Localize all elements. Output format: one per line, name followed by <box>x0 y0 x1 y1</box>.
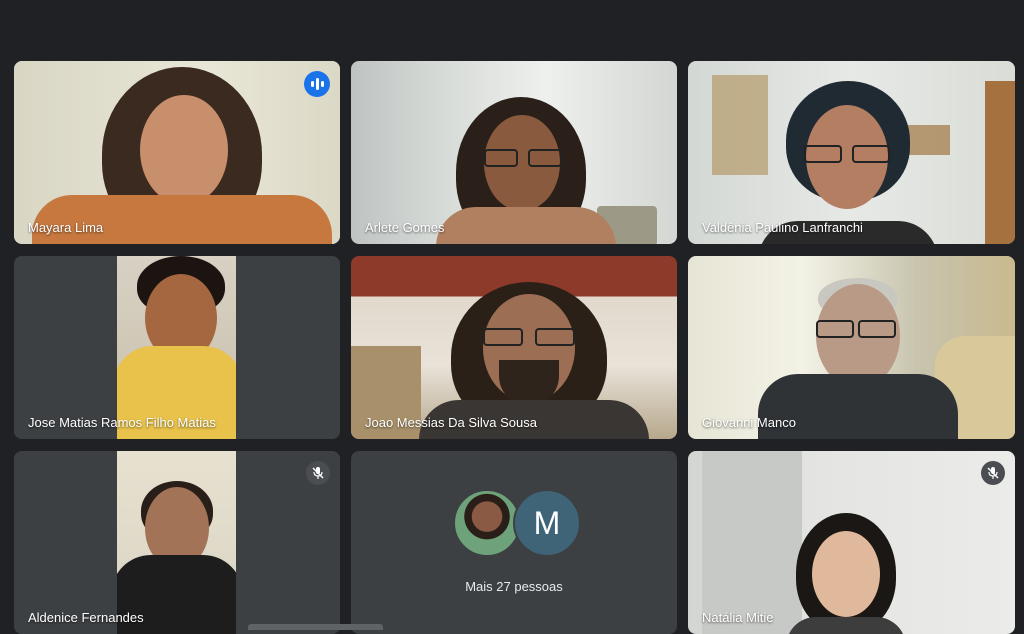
avatar-letter: M <box>533 504 561 541</box>
participant-tile-giovanni-manco[interactable]: Giovanni Manco <box>688 256 1015 439</box>
participant-name: Joao Messias Da Silva Sousa <box>365 415 537 430</box>
participant-name: Arlete Gomes <box>365 220 445 235</box>
mic-off-icon <box>306 461 330 485</box>
participant-name: Jose Matias Ramos Filho Matias <box>28 415 216 430</box>
participant-avatar-photo <box>453 489 521 557</box>
video-feed <box>351 256 677 439</box>
participant-tile-joao-messias[interactable]: Joao Messias Da Silva Sousa <box>351 256 677 439</box>
more-participants-tile[interactable]: M Mais 27 pessoas <box>351 451 677 634</box>
more-participants-label: Mais 27 pessoas <box>465 579 563 594</box>
video-feed <box>14 451 340 634</box>
participant-tile-aldenice-fernandes[interactable]: Aldenice Fernandes <box>14 451 340 634</box>
participant-tile-arlete-gomes[interactable]: Arlete Gomes <box>351 61 677 244</box>
video-feed <box>351 61 677 244</box>
video-feed <box>688 256 1015 439</box>
participant-avatar-letter: M <box>513 489 581 557</box>
participant-tile-valdenia-paulino-lanfranchi[interactable]: Valdênia Paulino Lanfranchi <box>688 61 1015 244</box>
video-feed <box>14 256 340 439</box>
audio-level-icon <box>304 71 330 97</box>
video-feed <box>688 451 1015 634</box>
bottom-toolbar-edge <box>248 624 383 630</box>
video-feed <box>688 61 1015 244</box>
participant-name: Aldenice Fernandes <box>28 610 144 625</box>
participant-name: Giovanni Manco <box>702 415 796 430</box>
participant-tile-mayara-lima[interactable]: Mayara Lima <box>14 61 340 244</box>
participant-name: Natália Mitie <box>702 610 774 625</box>
participant-name: Valdênia Paulino Lanfranchi <box>702 220 863 235</box>
participant-tile-jose-matias[interactable]: Jose Matias Ramos Filho Matias <box>14 256 340 439</box>
mic-off-icon <box>981 461 1005 485</box>
participant-name: Mayara Lima <box>28 220 104 235</box>
participant-tile-natalia-mitie[interactable]: Natália Mitie <box>688 451 1015 634</box>
video-feed <box>14 61 340 244</box>
